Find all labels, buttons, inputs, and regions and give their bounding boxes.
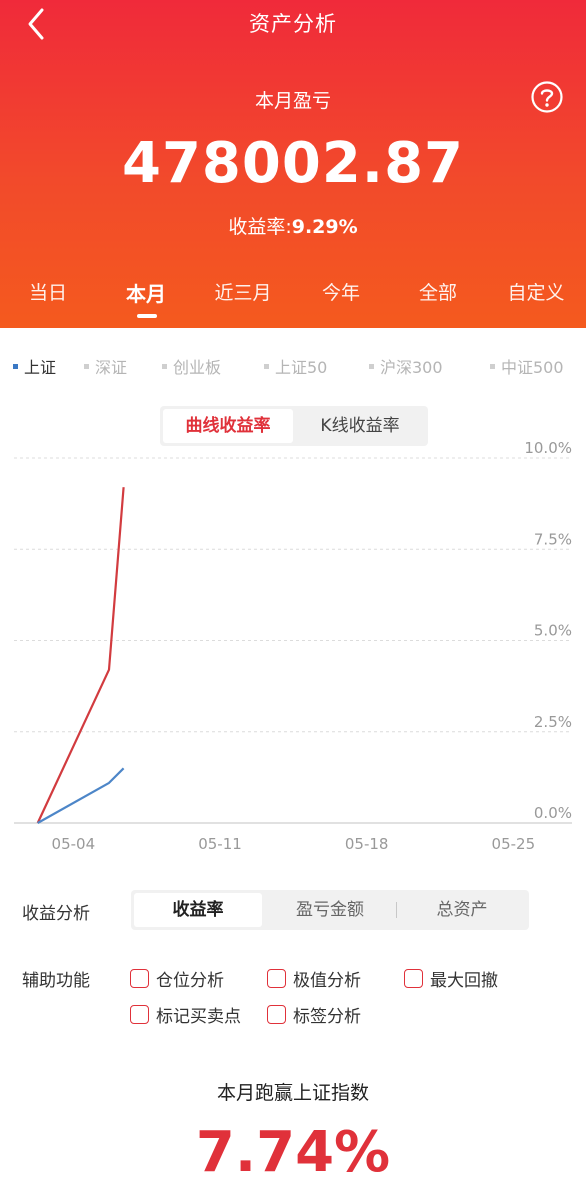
benchmark-index-row: 上证 深证 创业板 上证50 沪深300 中证500 [0,354,586,378]
y-tick-label: 2.5% [534,713,572,731]
checkbox-max-drawdown[interactable]: 最大回撤 [404,966,498,991]
tab-three-months[interactable]: 近三月 [214,278,271,305]
y-tick-label: 0.0% [534,804,572,822]
index-marker [490,363,495,369]
index-marker [264,363,269,369]
checkbox-box[interactable] [267,969,286,988]
analysis-segmented-control: 收益率 盈亏金额 总资产 [131,890,529,930]
checkbox-box[interactable] [130,1005,149,1024]
checkbox-label: 标记买卖点 [156,1007,241,1027]
return-analysis-row: 收益分析 收益率 盈亏金额 总资产 [0,890,586,932]
y-tick-label: 5.0% [534,622,572,640]
return-chart: 10.0% 7.5% 5.0% 2.5% 0.0% 05-04 05-11 05-18 05-2… [14,440,572,853]
tab-custom[interactable]: 自定义 [507,278,564,305]
index-label: 上证 [24,358,57,377]
index-cyb[interactable]: 创业板 [162,354,221,378]
header: 资产分析 本月盈亏 478002.87 收益率:9.29% 当日 本月 近三月 … [0,0,586,328]
tab-today[interactable]: 当日 [29,278,67,305]
y-tick-label: 10.0% [524,440,572,457]
kline-return-button[interactable]: K线收益率 [296,409,424,443]
monthly-pl-label: 本月盈亏 [254,90,331,112]
monthly-pl-value: 478002.87 [122,131,464,196]
seg-pl-amount[interactable]: 盈亏金额 [265,893,395,927]
index-label: 创业板 [173,358,222,377]
return-rate-label: 收益率: [228,216,292,238]
tab-this-year[interactable]: 今年 [322,278,360,305]
checkbox-trade-points[interactable]: 标记买卖点 [130,1002,241,1027]
x-tick-label: 05-18 [345,835,389,853]
index-marker [162,363,167,369]
index-sh[interactable]: 上证 [13,354,56,378]
aux-functions-label: 辅助功能 [22,971,90,991]
checkbox-label: 极值分析 [293,971,361,991]
return-rate-row: 收益率:9.29% [0,212,586,239]
index-zz500[interactable]: 中证500 [490,354,564,378]
checkbox-label: 标签分析 [293,1007,361,1027]
index-marker [13,363,18,369]
checkbox-tag-analysis[interactable]: 标签分析 [267,1002,361,1027]
beat-index-label: 本月跑赢上证指数 [216,1082,369,1104]
seg-return-rate[interactable]: 收益率 [134,893,262,927]
tab-all[interactable]: 全部 [419,278,457,305]
return-rate-value: 9.29% [291,216,358,238]
active-tab-indicator [137,314,157,318]
index-marker [369,363,374,369]
checkbox-box[interactable] [267,1005,286,1024]
index-sz50[interactable]: 上证50 [264,354,327,378]
checkbox-box[interactable] [404,969,423,988]
curve-return-button[interactable]: 曲线收益率 [163,409,293,443]
index-label: 上证50 [275,358,328,377]
tab-this-month[interactable]: 本月 [126,278,166,307]
index-label: 沪深300 [380,358,443,377]
checkbox-label: 仓位分析 [156,971,224,991]
checkbox-label: 最大回撤 [430,971,498,991]
index-hs300[interactable]: 沪深300 [369,354,443,378]
checkbox-box[interactable] [130,969,149,988]
x-tick-label: 05-04 [52,835,96,853]
seg-total-assets[interactable]: 总资产 [397,893,527,927]
return-analysis-label: 收益分析 [22,904,90,924]
page-title: 资产分析 [249,12,337,36]
index-label: 深证 [95,358,128,377]
checkbox-extreme-analysis[interactable]: 极值分析 [267,966,361,991]
period-tabs: 当日 本月 近三月 今年 全部 自定义 [0,278,586,318]
x-tick-label: 05-25 [492,835,536,853]
series-line-portfolio [36,487,125,824]
beat-index-value: 7.74% [195,1120,391,1185]
index-label: 中证500 [501,358,564,377]
x-tick-label: 05-11 [198,835,242,853]
index-sz[interactable]: 深证 [84,354,127,378]
index-marker [84,363,89,369]
checkbox-position-analysis[interactable]: 仓位分析 [130,966,224,991]
y-tick-label: 7.5% [534,530,572,548]
